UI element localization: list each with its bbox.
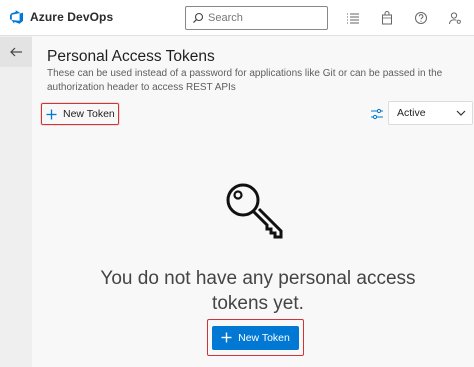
azure-devops-logo-icon (10, 10, 23, 24)
search-input[interactable] (208, 12, 318, 24)
page-title: Personal Access Tokens (47, 48, 215, 65)
list-icon[interactable] (344, 9, 362, 27)
left-rail (0, 36, 32, 367)
status-filter-value: Active (397, 107, 426, 119)
top-bar: Azure DevOps (0, 0, 474, 36)
plus-icon (46, 109, 57, 119)
new-token-highlight: New Token (207, 319, 304, 356)
new-token-primary-label: New Token (238, 331, 290, 344)
help-icon[interactable] (412, 9, 430, 27)
status-filter-dropdown[interactable]: Active (388, 101, 473, 125)
chevron-down-icon (456, 110, 466, 116)
back-button[interactable] (0, 37, 32, 67)
shopping-bag-icon-glyph (382, 11, 392, 25)
filter-options-icon[interactable] (370, 107, 384, 121)
plus-icon (221, 332, 232, 343)
app-name: Azure DevOps (30, 10, 114, 24)
search-icon (193, 12, 204, 24)
new-token-button-toolbar[interactable]: New Token (41, 103, 119, 125)
main-content: Personal Access Tokens These can be used… (33, 36, 474, 367)
search-box[interactable] (185, 6, 328, 30)
new-token-button-primary[interactable]: New Token (212, 325, 299, 350)
user-settings-icon[interactable] (446, 9, 464, 27)
list-icon-glyph (347, 13, 359, 24)
help-icon-glyph (415, 12, 427, 24)
shopping-bag-icon[interactable] (378, 9, 396, 27)
key-icon (226, 183, 283, 239)
empty-state-message: You do not have any personal access toke… (100, 268, 416, 314)
sliders-icon (371, 108, 383, 120)
page-description: These can be used instead of a password … (47, 68, 443, 93)
brand[interactable]: Azure DevOps (8, 9, 113, 25)
user-settings-icon-glyph (449, 12, 461, 25)
new-token-label: New Token (63, 108, 115, 120)
arrow-left-icon (10, 47, 22, 57)
